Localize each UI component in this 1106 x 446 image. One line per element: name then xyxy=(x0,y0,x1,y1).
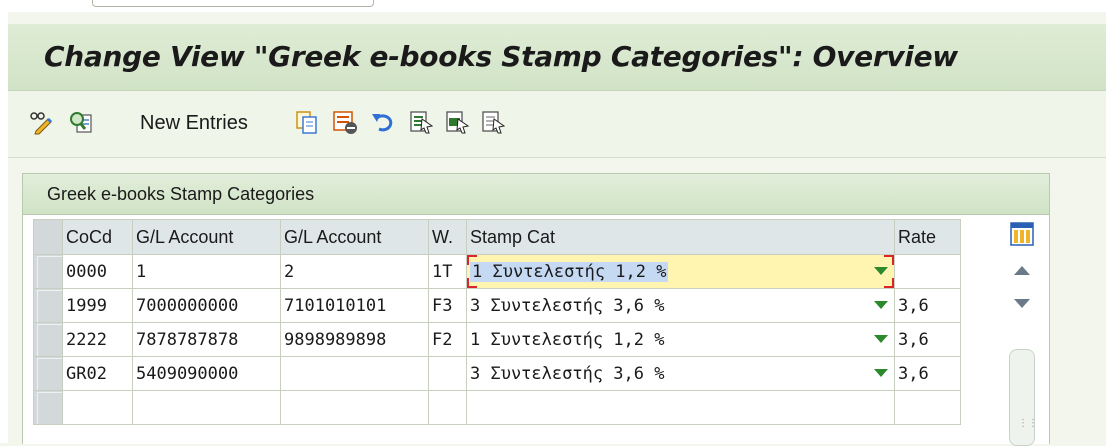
column-header-gl-account-1[interactable]: G/L Account xyxy=(132,219,281,255)
title-bar: Change View "Greek e-books Stamp Categor… xyxy=(8,24,1106,91)
cell-gl-account-1[interactable]: 5409090000 xyxy=(132,356,281,391)
dropdown-arrow-icon[interactable] xyxy=(874,301,888,309)
column-header-cocd[interactable]: CoCd xyxy=(62,219,133,255)
cell-rate[interactable]: 3,6 xyxy=(894,322,961,357)
row-selector[interactable] xyxy=(33,288,63,323)
cell-rate[interactable]: 3,6 xyxy=(894,288,961,323)
cell-w[interactable]: F3 xyxy=(428,288,467,323)
table-caption-bar: Greek e-books Stamp Categories xyxy=(23,174,1049,215)
stamp-cat-value: 3 Συντελεστής 3,6 % xyxy=(470,295,665,316)
column-header-stamp-cat[interactable]: Stamp Cat xyxy=(466,219,895,255)
column-header-gl-account-2[interactable]: G/L Account xyxy=(280,219,429,255)
select-all-rows-button[interactable] xyxy=(33,219,63,255)
cell-rate[interactable] xyxy=(894,254,961,289)
cell-cocd[interactable] xyxy=(62,390,133,425)
top-strip xyxy=(0,0,1106,12)
cell-w[interactable] xyxy=(428,390,467,425)
scroll-down-arrow-icon[interactable] xyxy=(1014,299,1030,308)
dropdown-arrow-icon[interactable] xyxy=(874,335,888,343)
cell-gl-account-1[interactable]: 1 xyxy=(132,254,281,289)
cell-rate[interactable] xyxy=(894,390,961,425)
stamp-cat-value: 1 Συντελεστής 1,2 % xyxy=(470,329,665,350)
cell-cocd[interactable]: 0000 xyxy=(62,254,133,289)
table-header-row: CoCd G/L Account G/L Account W. Stamp Ca… xyxy=(33,219,961,255)
cell-stamp-cat[interactable] xyxy=(466,390,895,425)
cell-w[interactable]: 1T xyxy=(428,254,467,289)
row-selector[interactable] xyxy=(33,322,63,357)
select-block-icon[interactable] xyxy=(444,109,470,135)
cell-gl-account-2[interactable]: 7101010101 xyxy=(280,288,429,323)
details-icon[interactable] xyxy=(68,109,94,135)
deselect-all-icon[interactable] xyxy=(480,109,506,135)
vertical-scrollbar[interactable]: ⋮⋮ xyxy=(1005,219,1039,446)
table-row-empty xyxy=(33,390,961,425)
dropdown-arrow-icon[interactable] xyxy=(874,267,888,275)
cell-gl-account-1[interactable] xyxy=(132,390,281,425)
table-row: 0000 1 2 1T 1 Συντελεστής 1,2 % xyxy=(33,254,961,289)
cell-gl-account-2[interactable]: 9898989898 xyxy=(280,322,429,357)
command-field[interactable] xyxy=(92,0,374,7)
left-edge xyxy=(0,12,8,443)
focus-corner xyxy=(884,255,894,265)
dropdown-arrow-icon[interactable] xyxy=(874,369,888,377)
application-toolbar: New Entries xyxy=(8,91,1106,158)
row-selector[interactable] xyxy=(33,390,63,425)
cell-cocd[interactable]: 2222 xyxy=(62,322,133,357)
cell-stamp-cat[interactable]: 3 Συντελεστής 3,6 % xyxy=(466,356,895,391)
table-row: 2222 7878787878 9898989898 F2 1 Συντελεσ… xyxy=(33,322,961,357)
cell-stamp-cat[interactable]: 3 Συντελεστής 3,6 % xyxy=(466,288,895,323)
cell-gl-account-2[interactable] xyxy=(280,390,429,425)
scroll-grip-icon: ⋮⋮ xyxy=(1018,418,1038,429)
table-caption: Greek e-books Stamp Categories xyxy=(47,184,315,204)
cell-stamp-cat-focused[interactable]: 1 Συντελεστής 1,2 % xyxy=(466,254,895,289)
scroll-thumb[interactable]: ⋮⋮ xyxy=(1009,349,1038,446)
content-area: Greek e-books Stamp Categories CoCd G/L … xyxy=(8,158,1106,446)
new-entries-button[interactable]: New Entries xyxy=(140,112,248,135)
display-change-icon[interactable] xyxy=(28,109,54,135)
scroll-up-arrow-icon[interactable] xyxy=(1014,266,1030,275)
page-title: Change View "Greek e-books Stamp Categor… xyxy=(44,40,958,73)
cell-gl-account-2[interactable] xyxy=(280,356,429,391)
table-row: GR02 5409090000 3 Συντελεστής 3,6 % 3,6 xyxy=(33,356,961,391)
column-header-w[interactable]: W. xyxy=(428,219,467,255)
focus-corner xyxy=(467,255,477,265)
column-configuration-icon[interactable] xyxy=(1009,221,1035,247)
cell-gl-account-1[interactable]: 7000000000 xyxy=(132,288,281,323)
cell-gl-account-1[interactable]: 7878787878 xyxy=(132,322,281,357)
copy-icon[interactable] xyxy=(294,109,320,135)
cell-w[interactable] xyxy=(428,356,467,391)
cell-cocd[interactable]: GR02 xyxy=(62,356,133,391)
stamp-cat-value: 3 Συντελεστής 3,6 % xyxy=(470,363,665,384)
column-header-rate[interactable]: Rate xyxy=(894,219,961,255)
select-all-icon[interactable] xyxy=(408,109,434,135)
cell-stamp-cat[interactable]: 1 Συντελεστής 1,2 % xyxy=(466,322,895,357)
cell-rate[interactable]: 3,6 xyxy=(894,356,961,391)
cell-cocd[interactable]: 1999 xyxy=(62,288,133,323)
cell-gl-account-2[interactable]: 2 xyxy=(280,254,429,289)
data-table: CoCd G/L Account G/L Account W. Stamp Ca… xyxy=(33,219,961,425)
focus-corner xyxy=(467,278,477,288)
focus-corner xyxy=(884,278,894,288)
cell-w[interactable]: F2 xyxy=(428,322,467,357)
row-selector[interactable] xyxy=(33,254,63,289)
delete-icon[interactable] xyxy=(332,109,358,135)
table-row: 1999 7000000000 7101010101 F3 3 Συντελεσ… xyxy=(33,288,961,323)
stamp-cat-value: 1 Συντελεστής 1,2 % xyxy=(470,261,669,282)
table-control: Greek e-books Stamp Categories CoCd G/L … xyxy=(22,173,1050,446)
undo-icon[interactable] xyxy=(370,109,396,135)
row-selector[interactable] xyxy=(33,356,63,391)
